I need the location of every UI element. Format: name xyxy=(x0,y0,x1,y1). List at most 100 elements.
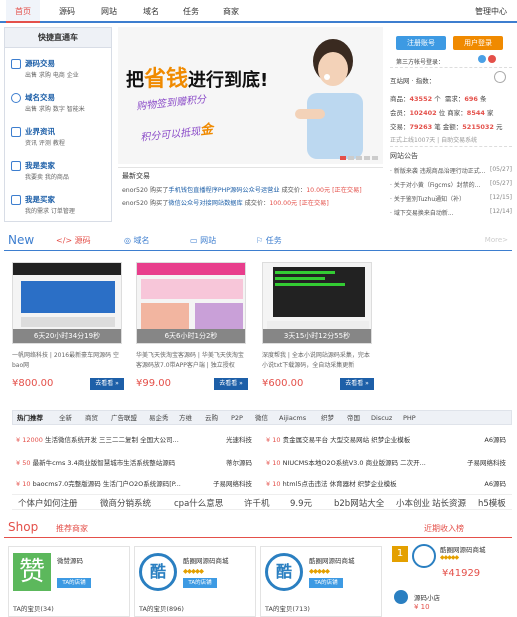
tab-category[interactable]: 帝国 xyxy=(347,411,360,425)
tab-recommended-merchants[interactable]: 推荐商家 xyxy=(56,523,88,534)
keyword-link[interactable]: 许千机 xyxy=(244,497,270,509)
notice-item[interactable]: · 关于鉴别Tuzhu通知（补） [12/15] xyxy=(390,194,512,203)
nav-task[interactable]: 任务 xyxy=(176,0,206,23)
management-center-link[interactable]: 管理中心 xyxy=(475,0,507,23)
section-title[interactable]: 业界资讯 xyxy=(25,126,55,137)
product-card[interactable]: 3天15小时12分55秒 深度帮我 | 全本小说网站源码采集，完本小说txt下载… xyxy=(258,258,376,393)
tab-domain[interactable]: ◎ 域名 xyxy=(124,235,150,246)
rank-2-logo[interactable] xyxy=(394,590,408,604)
trade-row[interactable]: enor520 购买了微信公众号对接网站数据库 成交价：100.00元 [正在交… xyxy=(118,197,383,210)
product-thumbnail[interactable]: 6天20小时34分19秒 xyxy=(12,262,122,344)
tab-category[interactable]: 广告联盟 xyxy=(111,411,137,425)
tab-source[interactable]: </> 源码 xyxy=(56,235,91,246)
section-links[interactable]: 资讯 评测 教程 xyxy=(25,138,65,147)
rank-shop-name[interactable]: 源码小店 xyxy=(414,592,440,602)
tab-category[interactable]: 全新 xyxy=(59,411,72,425)
keyword-link[interactable]: cpa什么意思 xyxy=(174,497,223,509)
shop-link-button[interactable]: TA的店铺 xyxy=(309,578,343,588)
section-links[interactable]: 我的需求 订单管理 xyxy=(25,206,75,215)
hot-item[interactable]: ¥ 10 贵金属交易平台 大型交易网站 织梦企业模板 A6源码 xyxy=(266,434,506,444)
third-party-login-label: 第三方帐号登录： xyxy=(396,59,445,66)
keyword-link[interactable]: 站长资源 xyxy=(432,497,466,509)
section-title[interactable]: 我是卖家 xyxy=(25,160,55,171)
shop-logo[interactable]: 酷 xyxy=(139,553,177,591)
qq-icon[interactable] xyxy=(478,55,486,63)
quick-access-panel: 快捷直通车 源码交易 出售 求购 电商 企业 域名交易 出售 求购 数字 智能米… xyxy=(4,27,112,222)
section-links[interactable]: 出售 求购 数字 智能米 xyxy=(25,104,85,113)
nav-source[interactable]: 源码 xyxy=(52,0,82,23)
product-card[interactable]: 6天6小时1分2秒 华美飞天侠淘宝客源码 | 华美飞天侠淘宝客源码放7.0带AP… xyxy=(132,258,250,393)
product-thumbnail[interactable]: 6天6小时1分2秒 xyxy=(136,262,246,344)
hot-item[interactable]: ¥ 50 最新牛cms 3.4商业版智慧城市生活系统整站源码 蒂尔源码 xyxy=(16,457,252,467)
paperclip-icon xyxy=(491,68,509,86)
nav-website[interactable]: 网站 xyxy=(94,0,124,23)
tab-category[interactable]: 商贸 xyxy=(85,411,98,425)
tab-category[interactable]: 易企秀 xyxy=(149,411,169,425)
section-title[interactable]: 域名交易 xyxy=(25,92,55,103)
shop-name[interactable]: 微赞源码 xyxy=(57,555,83,565)
hot-item[interactable]: ¥ 10 baocms7.0完整版源码 生活门户O2O系统源码[P... 子易网络… xyxy=(16,478,252,488)
section-links[interactable]: 我要卖 我的商品 xyxy=(25,172,69,181)
view-button[interactable]: 去看看 » xyxy=(214,378,248,390)
shop-item-count[interactable]: TA的宝贝(34) xyxy=(13,603,54,613)
keyword-link[interactable]: 个体户如何注册 xyxy=(18,497,78,509)
banner-person-image xyxy=(295,39,363,159)
notice-item[interactable]: · 域下交易换来自动新... [12/14] xyxy=(390,208,512,217)
section-links[interactable]: 出售 求购 电商 企业 xyxy=(25,70,79,79)
keyword-link[interactable]: 9.9元 xyxy=(290,497,312,509)
product-thumbnail[interactable]: 3天15小时12分55秒 xyxy=(262,262,372,344)
shop-logo[interactable]: 赞 xyxy=(13,553,51,591)
shop-link-button[interactable]: TA的店铺 xyxy=(57,578,91,588)
new-more-link[interactable]: More> xyxy=(485,236,508,244)
shop-name[interactable]: 酷圈网源码商城 xyxy=(309,555,355,565)
product-name[interactable]: 一帆网络科技 | 2016最新豪车网源码 空bao网 xyxy=(12,351,124,371)
tab-category[interactable]: 云购 xyxy=(205,411,218,425)
hot-item[interactable]: ¥ 10 NIUCMS本地O2O系统V3.0 商业版源码 二次开... 子易网络科… xyxy=(266,457,506,467)
hot-item[interactable]: ¥ 10 html5点击违法 休育器材 织梦企业模板 A6源码 xyxy=(266,478,506,488)
shop-item-count[interactable]: TA的宝贝(896) xyxy=(139,603,184,613)
nav-domain[interactable]: 域名 xyxy=(136,0,166,23)
tab-category[interactable]: 织梦 xyxy=(321,411,334,425)
product-card[interactable]: 6天20小时34分19秒 一帆网络科技 | 2016最新豪车网源码 空bao网 … xyxy=(8,258,126,393)
tab-category[interactable]: Discuz xyxy=(371,411,392,425)
rank-shop-name[interactable]: 酷圈网源码商城 xyxy=(440,544,486,554)
hot-item[interactable]: ¥ 12000 生活微信系统开发 三三二二复制 全国大公司... 光速科技 xyxy=(16,434,252,444)
notice-item[interactable]: · 关于对小黄（Figcms）封禁的... [05/27] xyxy=(390,180,512,189)
banner-pager[interactable] xyxy=(338,154,378,162)
section-title[interactable]: 源码交易 xyxy=(25,58,55,69)
tab-category[interactable]: 微信 xyxy=(255,411,268,425)
section-title[interactable]: 我是买家 xyxy=(25,194,55,205)
keyword-link[interactable]: b2b网站大全 xyxy=(334,497,384,509)
shop-name[interactable]: 酷圈网源码商城 xyxy=(183,555,229,565)
keyword-link[interactable]: 小本创业 xyxy=(396,497,430,509)
shop-logo[interactable] xyxy=(412,544,436,568)
nav-merchant[interactable]: 商家 xyxy=(216,0,246,23)
tab-website[interactable]: ▭ 网站 xyxy=(190,235,216,246)
product-name[interactable]: 华美飞天侠淘宝客源码 | 华美飞天侠淘宝客源码放7.0带APP客户端 | 独立授… xyxy=(136,351,248,371)
stat-row-1: 商品：43552 个 需求：696 条 xyxy=(390,95,487,103)
shop-logo[interactable]: 酷 xyxy=(265,553,303,591)
tab-category[interactable]: P2P xyxy=(231,411,243,425)
login-button[interactable]: 用户登录 xyxy=(453,36,503,50)
promo-banner[interactable]: 把省钱进行到底! 购物签到赠积分 积分可以抵现金 xyxy=(118,27,383,164)
shop-item-count[interactable]: TA的宝贝(713) xyxy=(265,603,310,613)
tab-category[interactable]: 方维 xyxy=(179,411,192,425)
shop-card[interactable]: 赞 微赞源码 TA的店铺 TA的宝贝(34) xyxy=(8,546,130,617)
trade-row[interactable]: enor520 购买了手机钱包直播程序PHP源码公众号运营业 成交价：10.00… xyxy=(118,184,383,197)
product-name[interactable]: 深度帮我 | 全本小说网站源码采集，完本小说txt下载源码，全自动采集更新 xyxy=(262,351,374,371)
notice-item[interactable]: · 新版来袭 违规商品治理行动正式... [05/27] xyxy=(390,166,512,175)
shop-card[interactable]: 酷 酷圈网源码商城 ◆◆◆◆◆ TA的店铺 TA的宝贝(896) xyxy=(134,546,256,617)
view-button[interactable]: 去看看 » xyxy=(340,378,374,390)
tab-task[interactable]: ⚐ 任务 xyxy=(256,235,282,246)
keyword-link[interactable]: 微商分销系统 xyxy=(100,497,151,509)
shop-card[interactable]: 酷 酷圈网源码商城 ◆◆◆◆◆ TA的店铺 TA的宝贝(713) xyxy=(260,546,382,617)
shop-link-button[interactable]: TA的店铺 xyxy=(183,578,217,588)
keyword-link[interactable]: h5模板 xyxy=(478,497,506,509)
tab-category[interactable]: Aijiacms xyxy=(279,411,306,425)
nav-home[interactable]: 首页 xyxy=(6,0,40,23)
weibo-icon[interactable] xyxy=(488,55,496,63)
view-button[interactable]: 去看看 » xyxy=(90,378,124,390)
register-button[interactable]: 注册账号 xyxy=(396,36,446,50)
tab-category[interactable]: PHP xyxy=(403,411,416,425)
tab-hot[interactable]: 热门推荐 xyxy=(17,411,43,425)
